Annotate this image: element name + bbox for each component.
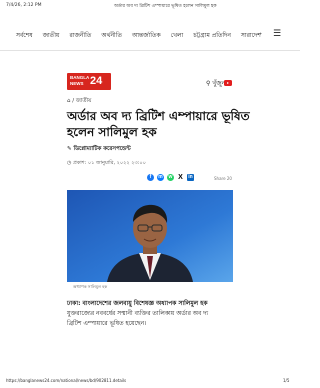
headline-line-2: হলেন সালিমুল হক (67, 125, 157, 139)
nav-item-latest[interactable]: সর্বশেষ (16, 30, 33, 41)
author-name: ডিপ্লোম্যাটিক করেসপন্ডেন্ট (73, 146, 131, 152)
body-line-2: যুক্তরাজ্যের নববর্ষের সম্মানী ব্যক্তির ত… (67, 310, 209, 317)
article-author[interactable]: ✎ ডিপ্লোম্যাটিক করেসপন্ডেন্ট (67, 146, 131, 154)
breadcrumb-section[interactable]: জাতীয় (76, 98, 91, 104)
body-line-1: ঢাকা: বাংলাদেশের জলবায়ু বিশেষজ্ঞ অধ্যাপ… (67, 300, 208, 307)
photo-caption: অধ্যাপক সালিমুল হক (73, 284, 108, 289)
nav-more-button[interactable]: + (259, 31, 262, 36)
nav-item-chattogram[interactable]: চট্টগ্রাম প্রতিদিন (193, 30, 231, 41)
portrait-image (67, 190, 233, 282)
nav-items: সর্বশেষ জাতীয় রাজনীতি অর্থনীতি আন্তর্জা… (16, 30, 271, 41)
nav-item-politics[interactable]: রাজনীতি (69, 30, 91, 41)
nav-item-international[interactable]: আন্তর্জাতিক (132, 30, 161, 41)
article-photo (67, 190, 233, 282)
publish-date: প্রকাশ: ০১ জানুয়ারি, ২০২২ ২৩:০০ (72, 160, 146, 166)
nav-item-country[interactable]: সারাদেশ (241, 30, 261, 41)
messenger-icon[interactable]: m (157, 174, 164, 181)
search-icon: ⚲ (206, 80, 211, 87)
main-nav: সর্বশেষ জাতীয় রাজনীতি অর্থনীতি আন্তর্জা… (0, 29, 300, 44)
search-button[interactable]: ⚲ খুঁজুন (206, 78, 225, 89)
nav-divider (0, 50, 300, 51)
linkedin-icon[interactable]: in (187, 174, 194, 181)
article-body: ঢাকা: বাংলাদেশের জলবায়ু বিশেষজ্ঞ অধ্যাপ… (67, 299, 237, 329)
x-twitter-icon[interactable]: X (177, 174, 184, 181)
headline-line-1: অর্ডার অব দ্য ব্রিটিশ এম্পায়ারে ভূষিত (67, 109, 250, 123)
share-count: Share 20 (214, 176, 232, 181)
nav-item-economy[interactable]: অর্থনীতি (101, 30, 122, 41)
home-icon[interactable]: ⌂ (67, 98, 71, 104)
site-logo[interactable]: BANGLA NEWS 24 (67, 73, 111, 90)
clock-icon: ◷ (67, 160, 72, 166)
print-date: 7/4/26, 2:12 PM (6, 3, 42, 8)
youtube-icon[interactable] (224, 80, 232, 86)
nav-item-national[interactable]: জাতীয় (43, 30, 60, 41)
logo-text-news: NEWS (70, 81, 84, 86)
publish-info: ◷ প্রকাশ: ০১ জানুয়ারি, ২০২২ ২৩:০০ (67, 160, 146, 168)
nav-item-sports[interactable]: খেলা (171, 30, 184, 41)
hamburger-icon[interactable]: ☰ (273, 29, 281, 39)
logo-number: 24 (90, 75, 103, 87)
pen-icon: ✎ (67, 146, 72, 152)
body-line-3: ব্রিটিশ এম্পায়ারে ভূষিত হয়েছেন। (67, 320, 147, 327)
breadcrumb-separator: / (72, 98, 75, 104)
print-title: অর্ডার অব দ্য ব্রিটিশ এম্পায়ারে ভূষিত হ… (114, 4, 217, 9)
article-headline: অর্ডার অব দ্য ব্রিটিশ এম্পায়ারে ভূষিত হ… (67, 108, 250, 140)
print-footer-url: https://banglanews24.com/national/news/b… (6, 378, 127, 383)
share-bar: f m w X in (147, 174, 197, 181)
facebook-icon[interactable]: f (147, 174, 154, 181)
print-header: 7/4/26, 2:12 PM অর্ডার অব দ্য ব্রিটিশ এম… (6, 3, 294, 11)
print-footer-page: 1/5 (283, 378, 290, 383)
whatsapp-icon[interactable]: w (167, 174, 174, 181)
breadcrumb: ⌂ / জাতীয় (67, 98, 91, 106)
logo-text-bangla: BANGLA (70, 75, 90, 80)
